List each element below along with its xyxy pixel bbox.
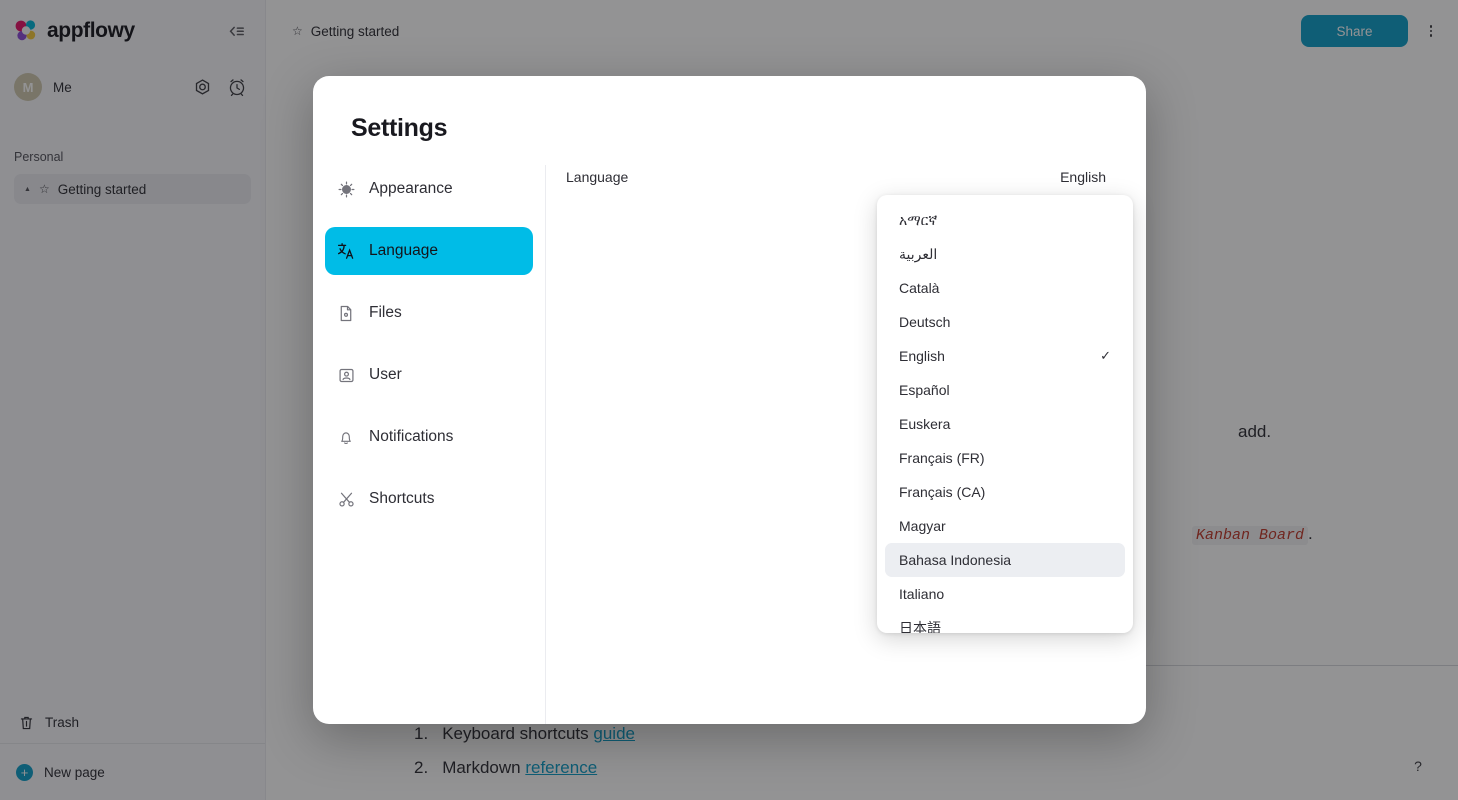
language-setting-row: Language English: [566, 165, 1106, 185]
language-option-label: Français (FR): [899, 450, 985, 466]
language-option[interactable]: 日本語: [885, 611, 1125, 633]
language-option[interactable]: العربية: [885, 237, 1125, 271]
language-option-label: 日本語: [899, 620, 941, 633]
settings-nav: Appearance Language Files User Notificat…: [313, 165, 546, 724]
language-option-label: Français (CA): [899, 484, 986, 500]
tab-language[interactable]: Language: [325, 227, 533, 275]
tab-label: Language: [369, 242, 438, 259]
language-option-label: Català: [899, 280, 940, 296]
language-option[interactable]: Italiano: [885, 577, 1125, 611]
app-window: appflowy M Me Personal ▲ ☆ Getting start…: [0, 0, 1458, 800]
tab-label: Appearance: [369, 180, 453, 197]
tab-label: Files: [369, 304, 402, 321]
brightness-icon: [337, 180, 355, 198]
file-icon: [337, 304, 355, 322]
tab-appearance[interactable]: Appearance: [325, 165, 533, 213]
tab-label: Notifications: [369, 428, 454, 445]
language-option-label: Bahasa Indonesia: [899, 552, 1012, 568]
tab-user[interactable]: User: [325, 351, 533, 399]
tab-notifications[interactable]: Notifications: [325, 413, 533, 461]
language-option-label: Euskera: [899, 416, 951, 432]
language-option-label: العربية: [899, 245, 938, 262]
language-option[interactable]: Català: [885, 271, 1125, 305]
language-dropdown-trigger[interactable]: English: [1060, 169, 1106, 185]
language-option[interactable]: Bahasa Indonesia: [885, 543, 1125, 577]
tab-label: User: [369, 366, 402, 383]
page-title: Settings: [351, 114, 448, 142]
language-option[interactable]: English ✓: [885, 339, 1125, 373]
language-option[interactable]: Euskera: [885, 407, 1125, 441]
language-dropdown-menu[interactable]: አማርኛ العربية Català Deutsch English ✓ Español E…: [877, 195, 1133, 633]
scissors-icon: [337, 490, 355, 508]
language-option-label: አማርኛ: [899, 211, 938, 228]
language-options-list[interactable]: አማርኛ العربية Català Deutsch English ✓ Español E…: [877, 203, 1133, 633]
bell-icon: [337, 428, 355, 446]
check-icon: ✓: [1100, 348, 1111, 363]
language-option-label: English: [899, 348, 945, 364]
language-option[interactable]: Français (FR): [885, 441, 1125, 475]
language-option-label: Italiano: [899, 586, 945, 602]
user-card-icon: [337, 366, 355, 384]
tab-label: Shortcuts: [369, 490, 435, 507]
translate-icon: [337, 242, 355, 260]
tab-shortcuts[interactable]: Shortcuts: [325, 475, 533, 523]
language-option[interactable]: Français (CA): [885, 475, 1125, 509]
language-option-label: Español: [899, 382, 950, 398]
language-option[interactable]: Español: [885, 373, 1125, 407]
language-option-label: Magyar: [899, 518, 946, 534]
language-option[interactable]: Deutsch: [885, 305, 1125, 339]
tab-files[interactable]: Files: [325, 289, 533, 337]
language-option-label: Deutsch: [899, 314, 951, 330]
language-option[interactable]: Magyar: [885, 509, 1125, 543]
language-option[interactable]: አማርኛ: [885, 203, 1125, 237]
language-setting-label: Language: [566, 169, 629, 185]
